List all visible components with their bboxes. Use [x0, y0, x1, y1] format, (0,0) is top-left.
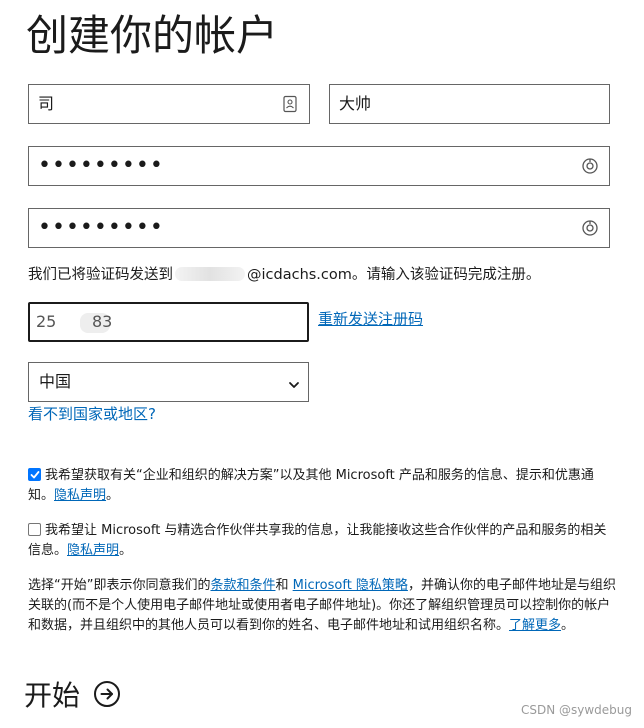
- verification-message: 我们已将验证码发送到 @icdachs.com。请输入该验证码完成注册。: [28, 264, 540, 286]
- learn-more-link[interactable]: 了解更多: [509, 618, 561, 633]
- marketing-privacy-link[interactable]: 隐私声明: [54, 488, 106, 503]
- terms-part1: 选择“开始”即表示你同意我们的: [28, 578, 211, 593]
- eye-reveal-icon[interactable]: [581, 157, 599, 175]
- marketing-consent: 我希望获取有关“企业和组织的解决方案”以及其他 Microsoft 产品和服务的…: [28, 468, 594, 503]
- code-visible-start: 25: [36, 312, 57, 331]
- terms-link[interactable]: 条款和条件: [210, 578, 275, 593]
- contact-card-icon: [281, 95, 299, 113]
- marketing-consent-text: 我希望获取有关“企业和组织的解决方案”以及其他 Microsoft 产品和服务的…: [28, 468, 594, 503]
- start-button[interactable]: 开始: [24, 676, 121, 716]
- last-name-input[interactable]: [330, 85, 539, 123]
- country-selected-value: 中国: [39, 372, 72, 391]
- first-name-input[interactable]: [29, 85, 238, 123]
- resend-code-link[interactable]: 重新发送注册码: [318, 308, 423, 330]
- start-label: 开始: [24, 679, 81, 712]
- marketing-consent-checkbox[interactable]: [28, 468, 41, 481]
- password-input[interactable]: [29, 147, 518, 185]
- verification-message-prefix: 我们已将验证码发送到: [28, 267, 173, 283]
- terms-text: 选择“开始”即表示你同意我们的条款和条件和 Microsoft 隐私策略，并确认…: [28, 578, 616, 633]
- redacted-email: [175, 267, 245, 281]
- verification-message-suffix: @icdachs.com。请输入该验证码完成注册。: [247, 267, 541, 283]
- watermark: CSDN @sywdebug: [520, 703, 632, 717]
- confirm-password-field[interactable]: [28, 208, 610, 248]
- country-select[interactable]: 中国: [28, 362, 309, 402]
- partner-consent-checkbox[interactable]: [28, 523, 41, 536]
- confirm-password-input[interactable]: [29, 209, 518, 247]
- password-field[interactable]: [28, 146, 610, 186]
- code-visible-end: 83: [92, 312, 113, 331]
- eye-reveal-icon[interactable]: [581, 219, 599, 237]
- last-name-field[interactable]: [329, 84, 610, 124]
- checkmark-icon: [30, 471, 40, 479]
- partner-consent: 我希望让 Microsoft 与精选合作伙伴共享我的信息，让我能接收这些合作伙伴…: [28, 523, 607, 558]
- country-help-link[interactable]: 看不到国家或地区?: [28, 403, 156, 425]
- page-title: 创建你的帐户: [26, 11, 279, 60]
- terms-part2: 和: [275, 578, 293, 593]
- verification-code-field[interactable]: 25 83: [28, 302, 309, 342]
- first-name-field[interactable]: [28, 84, 310, 124]
- partner-privacy-link[interactable]: 隐私声明: [67, 543, 119, 558]
- chevron-down-icon: [288, 376, 300, 388]
- arrow-right-circle-icon: [93, 680, 121, 708]
- privacy-policy-link[interactable]: Microsoft 隐私策略: [293, 578, 408, 593]
